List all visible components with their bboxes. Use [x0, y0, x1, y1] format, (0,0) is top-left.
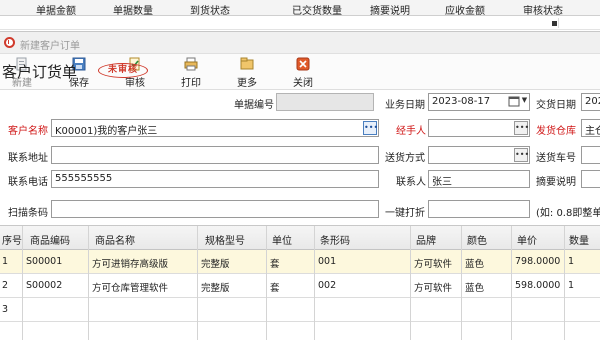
handler-label: 经手人: [396, 126, 426, 137]
order-items-grid: 序号 商品编码 商品名称 规格型号 单位 条形码 品牌 颜色 单价 数量 1 S…: [0, 225, 600, 340]
customer-lookup-button[interactable]: •••: [363, 121, 378, 135]
print-icon: [184, 57, 198, 71]
bg-col-arrival-status: 到货状态: [190, 6, 230, 17]
table-row[interactable]: 1 S00001 方可进销存高级版 完整版 套 001 方可软件 蓝色 798.…: [0, 250, 600, 274]
background-table-header: 单据金额 单据数量 到货状态 已交货数量 摘要说明 应收金额 审核状态: [0, 0, 600, 17]
delivery-date-field[interactable]: 2023: [581, 93, 600, 111]
discount-hint: (如: 0.8即整单: [536, 208, 600, 219]
col-unit[interactable]: 单位: [272, 232, 292, 247]
more-icon: [240, 57, 254, 70]
handler-lookup-button[interactable]: •••: [514, 121, 529, 135]
discount-label: 一键打折: [385, 208, 425, 219]
col-barcode[interactable]: 条形码: [320, 232, 350, 247]
summary-label: 摘要说明: [536, 177, 576, 188]
close-icon: [296, 57, 310, 71]
bg-col-summary: 摘要说明: [370, 6, 410, 17]
table-row[interactable]: 3: [0, 298, 600, 322]
vehicle-label: 送货车号: [536, 153, 576, 164]
table-row[interactable]: 2 S00002 方可仓库管理软件 完整版 套 002 方可软件 蓝色 598.…: [0, 274, 600, 298]
bg-col-delivered-qty: 已交货数量: [292, 6, 342, 17]
barcode-scan-field[interactable]: [51, 200, 379, 218]
col-color[interactable]: 颜色: [467, 232, 487, 247]
warehouse-field[interactable]: 主仓: [581, 119, 600, 137]
warehouse-label: 发货仓库: [536, 126, 576, 137]
close-button[interactable]: 关闭: [285, 56, 321, 89]
date-dropdown-icon[interactable]: ▼: [520, 95, 529, 109]
delivery-method-lookup-button[interactable]: •••: [514, 148, 529, 162]
summary-field[interactable]: [581, 170, 600, 188]
discount-field[interactable]: [428, 200, 530, 218]
customer-label: 客户名称: [8, 126, 48, 137]
bg-col-audit-status: 审核状态: [523, 6, 563, 17]
barcode-label: 扫描条码: [8, 208, 48, 219]
delivery-method-label: 送货方式: [385, 153, 425, 164]
window-title: 新建客户订单: [20, 41, 80, 52]
col-brand[interactable]: 品牌: [416, 232, 436, 247]
doc-no-label: 单据编号: [234, 100, 274, 111]
contact-field[interactable]: 张三: [428, 170, 530, 188]
col-item-code[interactable]: 商品编码: [30, 232, 70, 247]
address-field[interactable]: [51, 146, 379, 164]
delivery-date-label: 交货日期: [536, 100, 576, 111]
col-qty[interactable]: 数量: [569, 232, 589, 247]
col-seq[interactable]: 序号: [2, 232, 22, 247]
toolbar: 新建 保存 审核 打印 更多 关闭: [0, 54, 600, 90]
row-marker-icon: [552, 21, 557, 26]
col-spec[interactable]: 规格型号: [205, 232, 245, 247]
print-button[interactable]: 打印: [173, 56, 209, 89]
grid-header: 序号 商品编码 商品名称 规格型号 单位 条形码 品牌 颜色 单价 数量: [0, 226, 600, 250]
vehicle-field[interactable]: [581, 146, 600, 164]
background-table-row[interactable]: [0, 16, 600, 30]
calendar-icon[interactable]: [508, 95, 520, 109]
customer-field[interactable]: K00001)我的客户张三: [51, 119, 379, 137]
col-price[interactable]: 单价: [517, 232, 537, 247]
audit-stamp: 未审核: [98, 63, 148, 78]
address-label: 联系地址: [8, 153, 48, 164]
app-logo-icon: [4, 37, 15, 48]
bg-col-receivable: 应收金额: [445, 6, 485, 17]
bg-col-quantity: 单据数量: [113, 6, 153, 17]
doc-no-field[interactable]: [276, 93, 374, 111]
phone-field[interactable]: 555555555: [51, 170, 379, 188]
form-title: 客户订货单: [2, 63, 78, 81]
contact-label: 联系人: [396, 177, 426, 188]
more-button[interactable]: 更多: [229, 56, 265, 89]
phone-label: 联系电话: [8, 177, 48, 188]
bg-col-amount: 单据金额: [36, 6, 76, 17]
col-item-name[interactable]: 商品名称: [95, 232, 135, 247]
window-titlebar[interactable]: 新建客户订单: [0, 32, 600, 54]
biz-date-label: 业务日期: [385, 100, 425, 111]
